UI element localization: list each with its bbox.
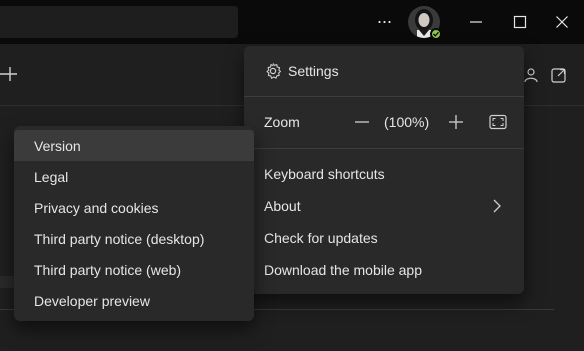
menu-item-label: Keyboard shortcuts xyxy=(264,166,385,182)
menu-item-label: Check for updates xyxy=(264,230,378,246)
submenu-item-legal[interactable]: Legal xyxy=(14,161,254,192)
about-submenu: Version Legal Privacy and cookies Third … xyxy=(14,126,254,321)
submenu-item-label: Third party notice (desktop) xyxy=(34,230,205,247)
submenu-item-label: Third party notice (web) xyxy=(34,261,182,278)
fit-to-screen-button[interactable] xyxy=(488,113,508,131)
more-options-button[interactable]: ··· xyxy=(372,10,396,34)
zoom-row: Zoom (100%) xyxy=(244,106,524,138)
zoom-out-button[interactable] xyxy=(352,112,372,132)
submenu-item-label: Version xyxy=(34,137,81,154)
maximize-button[interactable] xyxy=(506,8,534,36)
pop-out-icon xyxy=(551,68,566,83)
gear-icon xyxy=(266,63,282,79)
submenu-item-label: Developer preview xyxy=(34,292,150,309)
settings-menu-item[interactable]: Settings xyxy=(244,54,524,88)
submenu-item-label: Privacy and cookies xyxy=(34,199,159,216)
close-button[interactable] xyxy=(548,8,576,36)
content-fragment xyxy=(0,276,14,288)
menu-item-label: About xyxy=(264,198,301,214)
minimize-icon xyxy=(470,21,482,23)
pop-out-button[interactable] xyxy=(550,66,568,84)
submenu-item-privacy[interactable]: Privacy and cookies xyxy=(14,192,254,223)
chevron-right-icon xyxy=(493,199,501,213)
menu-item-label: Download the mobile app xyxy=(264,262,422,278)
plus-icon xyxy=(0,67,17,81)
zoom-in-button[interactable] xyxy=(446,112,466,132)
maximize-icon xyxy=(513,15,527,29)
about-item[interactable]: About xyxy=(244,190,524,222)
submenu-item-third-party-desktop[interactable]: Third party notice (desktop) xyxy=(14,223,254,254)
plus-icon xyxy=(449,115,463,129)
zoom-label: Zoom xyxy=(264,114,300,130)
check-icon xyxy=(433,31,439,37)
search-box[interactable] xyxy=(0,6,238,38)
submenu-item-third-party-web[interactable]: Third party notice (web) xyxy=(14,254,254,285)
menu-divider xyxy=(244,148,524,149)
submenu-item-version[interactable]: Version xyxy=(14,130,254,161)
check-for-updates-item[interactable]: Check for updates xyxy=(244,222,524,254)
minimize-button[interactable] xyxy=(462,8,490,36)
download-mobile-app-item[interactable]: Download the mobile app xyxy=(244,254,524,286)
new-tab-button[interactable] xyxy=(0,64,20,84)
submenu-item-label: Legal xyxy=(34,168,69,185)
fit-screen-icon xyxy=(489,114,507,130)
settings-menu: Settings Zoom (100%) Keyboard shortcuts xyxy=(244,46,524,294)
settings-label: Settings xyxy=(288,63,339,79)
close-icon xyxy=(556,16,568,28)
title-bar: ··· xyxy=(0,0,584,44)
zoom-value: (100%) xyxy=(384,114,430,130)
submenu-item-developer-preview[interactable]: Developer preview xyxy=(14,285,254,316)
keyboard-shortcuts-item[interactable]: Keyboard shortcuts xyxy=(244,158,524,190)
minus-icon xyxy=(355,121,369,123)
avatar[interactable] xyxy=(408,6,442,40)
presence-available-badge xyxy=(430,28,442,40)
menu-divider xyxy=(244,96,524,97)
more-icon: ··· xyxy=(376,11,393,31)
